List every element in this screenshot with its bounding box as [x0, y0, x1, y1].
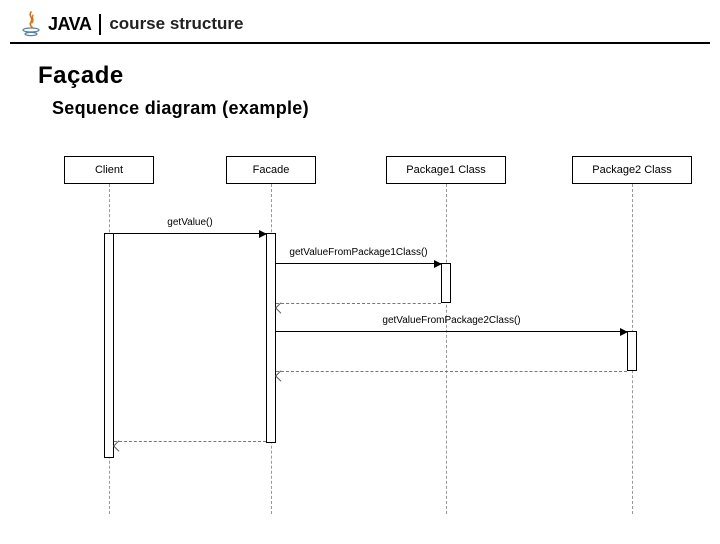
header-java-label: JAVA — [48, 14, 101, 35]
participant-label: Client — [95, 164, 123, 176]
return-line — [276, 303, 441, 304]
message-label: getValueFromPackage1Class() — [276, 247, 441, 258]
return-pkg1 — [276, 290, 441, 304]
activation-package1 — [441, 263, 451, 303]
arrow-head-open-icon — [275, 302, 286, 313]
activation-facade — [266, 233, 276, 443]
participant-package1: Package1 Class — [386, 156, 506, 184]
arrow-head-icon — [434, 260, 442, 268]
return-pkg2 — [276, 358, 627, 372]
activation-package2 — [627, 331, 637, 371]
slide-title: Façade — [38, 62, 720, 90]
arrow-head-open-icon — [113, 440, 124, 451]
java-logo-icon — [20, 10, 42, 38]
header-course-label: course structure — [109, 14, 243, 34]
slide-header: JAVA course structure — [10, 4, 710, 44]
return-line — [114, 441, 266, 442]
message-getvalue-pkg2: getValueFromPackage2Class() — [276, 318, 627, 332]
participant-label: Facade — [253, 164, 290, 176]
message-getvalue-pkg1: getValueFromPackage1Class() — [276, 250, 441, 264]
participant-client: Client — [64, 156, 154, 184]
return-line — [276, 371, 627, 372]
message-label: getValueFromPackage2Class() — [276, 315, 627, 326]
arrow-head-icon — [620, 328, 628, 336]
sequence-diagram: Client Facade Package1 Class Package2 Cl… — [40, 156, 700, 516]
participant-label: Package2 Class — [592, 164, 672, 176]
participant-facade: Facade — [226, 156, 316, 184]
arrow-head-icon — [259, 230, 267, 238]
arrow-line — [114, 233, 266, 234]
participant-package2: Package2 Class — [572, 156, 692, 184]
activation-client — [104, 233, 114, 458]
slide-subtitle: Sequence diagram (example) — [52, 98, 720, 119]
lifeline-package1 — [446, 184, 447, 514]
participant-label: Package1 Class — [406, 164, 486, 176]
arrow-head-open-icon — [275, 370, 286, 381]
arrow-line — [276, 331, 627, 332]
message-getvalue: getValue() — [114, 220, 266, 234]
return-client — [114, 428, 266, 442]
arrow-line — [276, 263, 441, 264]
message-label: getValue() — [114, 217, 266, 228]
